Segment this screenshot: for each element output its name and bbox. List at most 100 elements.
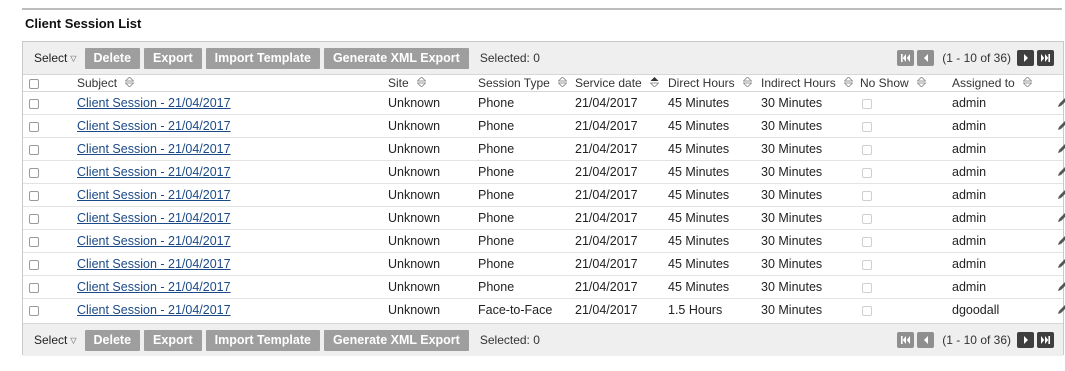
column-label: Site [388, 75, 409, 90]
column-label: Indirect Hours [761, 75, 836, 90]
column-label: Service date [575, 75, 642, 90]
column-header-assigned-to[interactable]: Assigned to [952, 75, 1037, 92]
delete-button[interactable]: Delete [84, 329, 141, 351]
previous-page-icon[interactable] [917, 332, 935, 348]
column-header-service-date[interactable]: Service date [575, 75, 668, 92]
column-header-direct-hours[interactable]: Direct Hours [668, 75, 761, 92]
row-checkbox[interactable] [29, 282, 39, 293]
subject-link[interactable]: Client Session - 21/04/2017 [77, 234, 231, 248]
import-template-button[interactable]: Import Template [205, 329, 320, 351]
subject-link[interactable]: Client Session - 21/04/2017 [77, 96, 231, 110]
subject-link[interactable]: Client Session - 21/04/2017 [77, 119, 231, 133]
row-checkbox[interactable] [29, 305, 39, 316]
site-cell: Unknown [388, 114, 478, 138]
pager: (1 - 10 of 36) [897, 332, 1057, 348]
table-row: Client Session - 21/04/2017 Unknown Phon… [23, 275, 1065, 299]
pencil-icon[interactable] [1057, 142, 1065, 157]
pencil-icon[interactable] [1057, 96, 1065, 111]
no-show-checkbox [862, 213, 872, 224]
subject-link[interactable]: Client Session - 21/04/2017 [77, 257, 231, 271]
row-checkbox[interactable] [29, 259, 39, 270]
generate-xml-export-button[interactable]: Generate XML Export [323, 47, 469, 69]
assigned-to-cell: admin [952, 160, 1037, 184]
page-range: (1 - 10 of 36) [942, 51, 1011, 65]
selected-count: Selected: 0 [479, 51, 540, 65]
column-header-site[interactable]: Site [388, 75, 478, 92]
session-type-cell: Phone [478, 160, 575, 184]
sort-ascending-icon[interactable] [648, 76, 660, 90]
service-date-cell: 21/04/2017 [575, 91, 668, 115]
column-header-edit [1037, 75, 1063, 92]
indirect-hours-cell: 30 Minutes [761, 91, 860, 115]
pencil-icon[interactable] [1057, 211, 1065, 226]
last-page-icon[interactable] [1037, 50, 1054, 66]
sort-icon[interactable] [557, 76, 568, 90]
row-checkbox[interactable] [29, 121, 39, 132]
sort-icon[interactable] [415, 76, 427, 90]
pencil-icon[interactable] [1057, 119, 1065, 134]
service-date-cell: 21/04/2017 [575, 252, 668, 276]
indirect-hours-cell: 30 Minutes [761, 137, 860, 161]
next-page-icon[interactable] [1017, 50, 1034, 66]
no-show-checkbox [862, 236, 872, 247]
subject-link[interactable]: Client Session - 21/04/2017 [77, 280, 231, 294]
table-row: Client Session - 21/04/2017 Unknown Phon… [23, 160, 1065, 184]
direct-hours-cell: 45 Minutes [668, 252, 761, 276]
pencil-icon[interactable] [1057, 280, 1065, 295]
pencil-icon[interactable] [1057, 257, 1065, 272]
subject-link[interactable]: Client Session - 21/04/2017 [77, 188, 231, 202]
session-type-cell: Phone [478, 183, 575, 207]
row-checkbox[interactable] [29, 236, 39, 247]
session-list-panel: Select ▽ Delete Export Import Template G… [22, 41, 1065, 356]
previous-page-icon[interactable] [917, 50, 935, 66]
column-label: Assigned to [952, 75, 1015, 90]
service-date-cell: 21/04/2017 [575, 114, 668, 138]
column-label: Subject [77, 75, 118, 90]
column-header-no-show[interactable]: No Show [860, 75, 952, 92]
pencil-icon[interactable] [1057, 165, 1065, 180]
pencil-icon[interactable] [1057, 303, 1065, 318]
select-dropdown[interactable]: Select ▽ [34, 333, 77, 347]
session-type-cell: Phone [478, 206, 575, 230]
assigned-to-cell: admin [952, 275, 1037, 299]
row-checkbox[interactable] [29, 190, 39, 201]
no-show-checkbox [862, 259, 872, 270]
session-type-cell: Face-to-Face [478, 303, 553, 317]
first-page-icon[interactable] [897, 50, 915, 66]
pencil-icon[interactable] [1057, 234, 1065, 249]
select-dropdown[interactable]: Select ▽ [34, 51, 77, 65]
export-button[interactable]: Export [144, 329, 202, 351]
subject-link[interactable]: Client Session - 21/04/2017 [77, 165, 231, 179]
row-checkbox[interactable] [29, 213, 39, 224]
sort-icon[interactable] [915, 76, 927, 90]
subject-link[interactable]: Client Session - 21/04/2017 [77, 303, 231, 317]
next-page-icon[interactable] [1017, 332, 1034, 348]
sort-icon[interactable] [1022, 76, 1033, 90]
select-all-checkbox[interactable] [29, 78, 39, 89]
export-button[interactable]: Export [144, 47, 202, 69]
sort-icon[interactable] [842, 76, 854, 90]
sort-icon[interactable] [124, 76, 135, 90]
subject-link[interactable]: Client Session - 21/04/2017 [77, 142, 231, 156]
delete-button[interactable]: Delete [84, 47, 141, 69]
column-header-indirect-hours[interactable]: Indirect Hours [761, 75, 860, 92]
row-checkbox[interactable] [29, 167, 39, 178]
indirect-hours-cell: 30 Minutes [761, 275, 860, 299]
first-page-icon[interactable] [897, 332, 915, 348]
pencil-icon[interactable] [1057, 188, 1065, 203]
row-checkbox[interactable] [29, 98, 39, 109]
row-checkbox[interactable] [29, 144, 39, 155]
service-date-cell: 21/04/2017 [575, 160, 668, 184]
page-range: (1 - 10 of 36) [942, 333, 1011, 347]
last-page-icon[interactable] [1037, 332, 1054, 348]
sort-icon[interactable] [741, 76, 753, 90]
column-header-subject[interactable]: Subject [77, 75, 388, 92]
site-cell: Unknown [388, 229, 478, 253]
subject-link[interactable]: Client Session - 21/04/2017 [77, 211, 231, 225]
column-header-session-type[interactable]: Session Type [478, 75, 575, 92]
assigned-to-cell: admin [952, 252, 1037, 276]
import-template-button[interactable]: Import Template [205, 47, 320, 69]
generate-xml-export-button[interactable]: Generate XML Export [323, 329, 469, 351]
session-type-cell: Phone [478, 114, 575, 138]
table-row: Client Session - 21/04/2017 Unknown Phon… [23, 229, 1065, 253]
